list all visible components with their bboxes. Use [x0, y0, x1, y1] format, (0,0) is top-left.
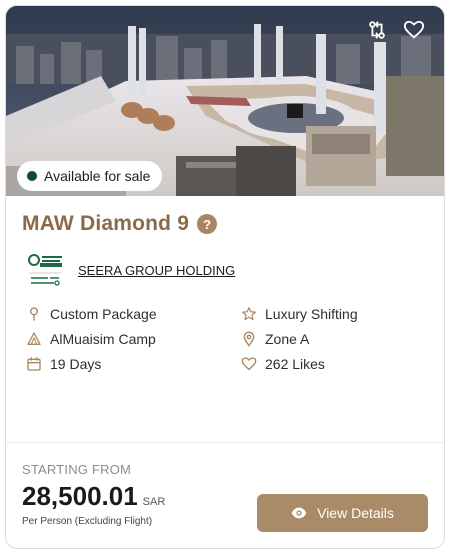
view-details-button[interactable]: View Details [257, 494, 428, 532]
package-card: Available for sale MAW Diamond 9 ? SEERA… [5, 5, 445, 549]
feature-item: Zone A [241, 331, 309, 347]
feature-item: Custom Package [26, 306, 157, 322]
pin-icon [30, 307, 38, 321]
compare-icon [369, 21, 385, 39]
price-note: Per Person (Excluding Flight) [22, 516, 153, 527]
feature-label: Zone A [265, 331, 310, 347]
status-dot [27, 171, 37, 181]
tent-icon [27, 332, 41, 345]
package-title: MAW Diamond 9 [22, 212, 190, 235]
price-row: 28,500.01 SAR [22, 481, 165, 512]
availability-label: Available for sale [44, 168, 151, 184]
availability-badge: Available for sale [17, 161, 163, 191]
feature-item: 19 Days [26, 356, 101, 372]
feature-label: 262 Likes [265, 356, 325, 372]
price-block: STARTING FROM 28,500.01 SAR Per Person (… [22, 462, 165, 527]
feature-item: AlMuaisim Camp [26, 331, 156, 347]
starting-from-label: STARTING FROM [22, 462, 132, 477]
view-details-label: View Details [317, 505, 394, 521]
location-icon [243, 331, 255, 347]
organizer: SEERA GROUP HOLDING [26, 251, 235, 289]
price-amount: 28,500.01 [22, 481, 138, 511]
seera-logo-icon [28, 254, 62, 286]
feature-label: Custom Package [50, 306, 157, 322]
eye-icon [291, 507, 307, 519]
help-icon[interactable]: ? [197, 214, 218, 234]
organizer-name-link[interactable]: SEERA GROUP HOLDING [78, 263, 235, 278]
heart-icon [241, 357, 257, 371]
feature-item: Luxury Shifting [241, 306, 358, 322]
divider [6, 442, 444, 443]
star-icon [242, 307, 256, 321]
feature-item: 262 Likes [241, 356, 325, 372]
feature-label: 19 Days [50, 356, 102, 372]
feature-label: Luxury Shifting [265, 306, 358, 322]
hero-image[interactable]: Available for sale [6, 6, 444, 196]
organizer-logo [26, 251, 64, 289]
title-row: MAW Diamond 9 ? [22, 212, 218, 236]
feature-label: AlMuaisim Camp [50, 331, 156, 347]
calendar-icon [27, 357, 41, 371]
favorite-button[interactable] [403, 19, 431, 47]
price-currency: SAR [142, 496, 166, 508]
heart-icon [403, 20, 425, 39]
compare-button[interactable] [366, 19, 394, 47]
